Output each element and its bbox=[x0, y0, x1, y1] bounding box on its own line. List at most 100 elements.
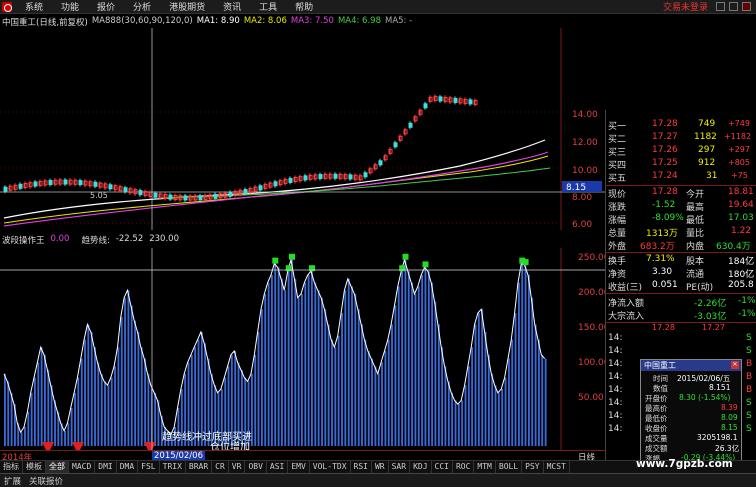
popup-value: 8.39 bbox=[721, 403, 738, 412]
indicator-tab[interactable]: MTM bbox=[474, 461, 496, 473]
menu-function[interactable]: 功能 bbox=[52, 0, 88, 13]
menu-analysis[interactable]: 分析 bbox=[124, 0, 160, 13]
indicator-name: 波段操作王 bbox=[2, 236, 45, 246]
indicator-bar bbox=[301, 294, 303, 446]
indicator-tab[interactable]: 指标 bbox=[0, 461, 23, 473]
menu-system[interactable]: 系统 bbox=[16, 0, 52, 13]
indicator-bar bbox=[331, 339, 333, 446]
popup-close-icon[interactable]: ✕ bbox=[731, 361, 739, 369]
indicator-tab[interactable]: CCI bbox=[432, 461, 453, 473]
menu-help[interactable]: 帮助 bbox=[286, 0, 322, 13]
stat-value: 0.051 bbox=[652, 280, 678, 290]
divider bbox=[606, 293, 756, 294]
menu-quote[interactable]: 报价 bbox=[88, 0, 124, 13]
indicator-bar bbox=[124, 297, 126, 446]
indicator-bar bbox=[347, 278, 350, 446]
indicator-tab[interactable]: CR bbox=[212, 461, 229, 473]
status-extend[interactable]: 扩展 bbox=[0, 475, 25, 487]
indicator-bar bbox=[154, 392, 157, 446]
tick-flag: B bbox=[746, 359, 753, 369]
indicator-bar bbox=[377, 373, 380, 446]
stat-value: 17.03 bbox=[728, 213, 754, 223]
menu-tools[interactable]: 工具 bbox=[250, 0, 286, 13]
indicator-bar bbox=[514, 313, 517, 446]
tick-flag: B bbox=[746, 372, 753, 382]
indicator-tab[interactable]: MACD bbox=[69, 461, 96, 473]
status-related-quote[interactable]: 关联报价 bbox=[25, 475, 67, 487]
indicator-bar bbox=[534, 324, 537, 446]
stat-label: 净资 bbox=[608, 270, 627, 280]
candle-body bbox=[318, 174, 323, 179]
indicator-bar bbox=[264, 294, 267, 446]
indicator-bar bbox=[444, 366, 447, 446]
indicator-bar bbox=[47, 370, 50, 446]
indicator-bar bbox=[484, 332, 487, 446]
indicator-bar bbox=[427, 271, 430, 446]
trade-login-status[interactable]: 交易未登录 bbox=[663, 0, 708, 13]
indicator-bars bbox=[3, 253, 547, 450]
indicator-bar bbox=[497, 392, 500, 446]
indicator-bar bbox=[317, 290, 320, 446]
candle-body bbox=[63, 179, 68, 185]
indicator-bar bbox=[361, 324, 363, 446]
indicator-bar bbox=[401, 271, 404, 446]
indicator-tab[interactable]: RSI bbox=[351, 461, 372, 473]
indicator-tab[interactable]: TRIX bbox=[160, 461, 186, 473]
price-chart[interactable]: 14.00 12.00 10.00 8.00 6.00 5.05 8.15 bbox=[0, 28, 605, 230]
ma2-value: MA2: 8.06 bbox=[243, 16, 287, 26]
indicator-tab[interactable]: ROC bbox=[453, 461, 475, 473]
minimize-icon[interactable] bbox=[716, 2, 725, 11]
indicator-chart[interactable]: 250.00 200.00 150.00 100.00 50.00 趋势线冲过底… bbox=[0, 248, 605, 450]
indicator-tab[interactable]: 全部 bbox=[46, 461, 69, 473]
indicator-bar bbox=[254, 354, 257, 446]
candle-body bbox=[48, 180, 53, 185]
indicator-tab[interactable]: VOL-TDX bbox=[310, 461, 351, 473]
indicator-bar bbox=[454, 400, 457, 446]
indicator-bar bbox=[94, 347, 96, 446]
candle-body bbox=[198, 195, 203, 201]
stat-value: 205.8 bbox=[728, 280, 754, 290]
stat-label: 内盘 bbox=[686, 242, 705, 252]
indicator-tab[interactable]: MCST bbox=[544, 461, 570, 473]
candle-info-popup[interactable]: 中国重工 ✕ 时间 2015/02/06/五 数值 8.151 开盘价 8.30 (-… bbox=[640, 359, 742, 467]
bid-change: +805 bbox=[728, 158, 750, 167]
candle-body bbox=[108, 184, 113, 190]
indicator-bar bbox=[501, 389, 504, 446]
indicator-tab[interactable]: BOLL bbox=[496, 461, 523, 473]
indicator-tab[interactable]: OBV bbox=[245, 461, 267, 473]
indicator-tab[interactable]: PSY bbox=[522, 461, 544, 473]
indicator-bar bbox=[117, 347, 120, 446]
flow-value: -2.26亿 bbox=[694, 299, 727, 309]
indicator-bar bbox=[24, 427, 26, 446]
indicator-tab[interactable]: VR bbox=[229, 461, 246, 473]
menu-info[interactable]: 资讯 bbox=[214, 0, 250, 13]
indicator-bar bbox=[314, 282, 317, 446]
candle-body bbox=[138, 190, 143, 196]
indicator-bar bbox=[451, 392, 454, 446]
indicator-bar bbox=[407, 271, 410, 446]
indicator-tab[interactable]: BRAR bbox=[186, 461, 213, 473]
indicator-bar bbox=[44, 354, 46, 446]
maximize-icon[interactable] bbox=[729, 2, 738, 11]
indicator-tab[interactable]: DMI bbox=[95, 461, 117, 473]
indicator-tab[interactable]: WR bbox=[372, 461, 389, 473]
indicator-tab[interactable]: DMA bbox=[117, 461, 139, 473]
indicator-bar bbox=[367, 351, 370, 446]
indicator-tab[interactable]: 模板 bbox=[23, 461, 46, 473]
popup-value: 8.15 bbox=[721, 423, 738, 432]
ma-info-line: 中国重工(日线,前复权) MA888(30,60,90,120,0) MA1: … bbox=[2, 16, 412, 28]
app-logo-icon bbox=[2, 1, 12, 12]
indicator-bar bbox=[447, 381, 450, 446]
indicator-bar bbox=[284, 290, 287, 446]
popup-value: 8.30 (-1.54%) bbox=[679, 393, 731, 402]
indicator-bar bbox=[504, 377, 507, 446]
indicator-tab[interactable]: FSL bbox=[138, 461, 160, 473]
indicator-bar bbox=[471, 347, 474, 446]
candle-body bbox=[393, 142, 398, 148]
indicator-tab[interactable]: EMV bbox=[288, 461, 310, 473]
indicator-tab[interactable]: KDJ bbox=[410, 461, 432, 473]
indicator-tab[interactable]: SAR bbox=[389, 461, 411, 473]
indicator-tab[interactable]: ASI bbox=[267, 461, 289, 473]
menu-hk-futures[interactable]: 港股期货 bbox=[160, 0, 214, 13]
close-icon[interactable] bbox=[742, 2, 751, 11]
